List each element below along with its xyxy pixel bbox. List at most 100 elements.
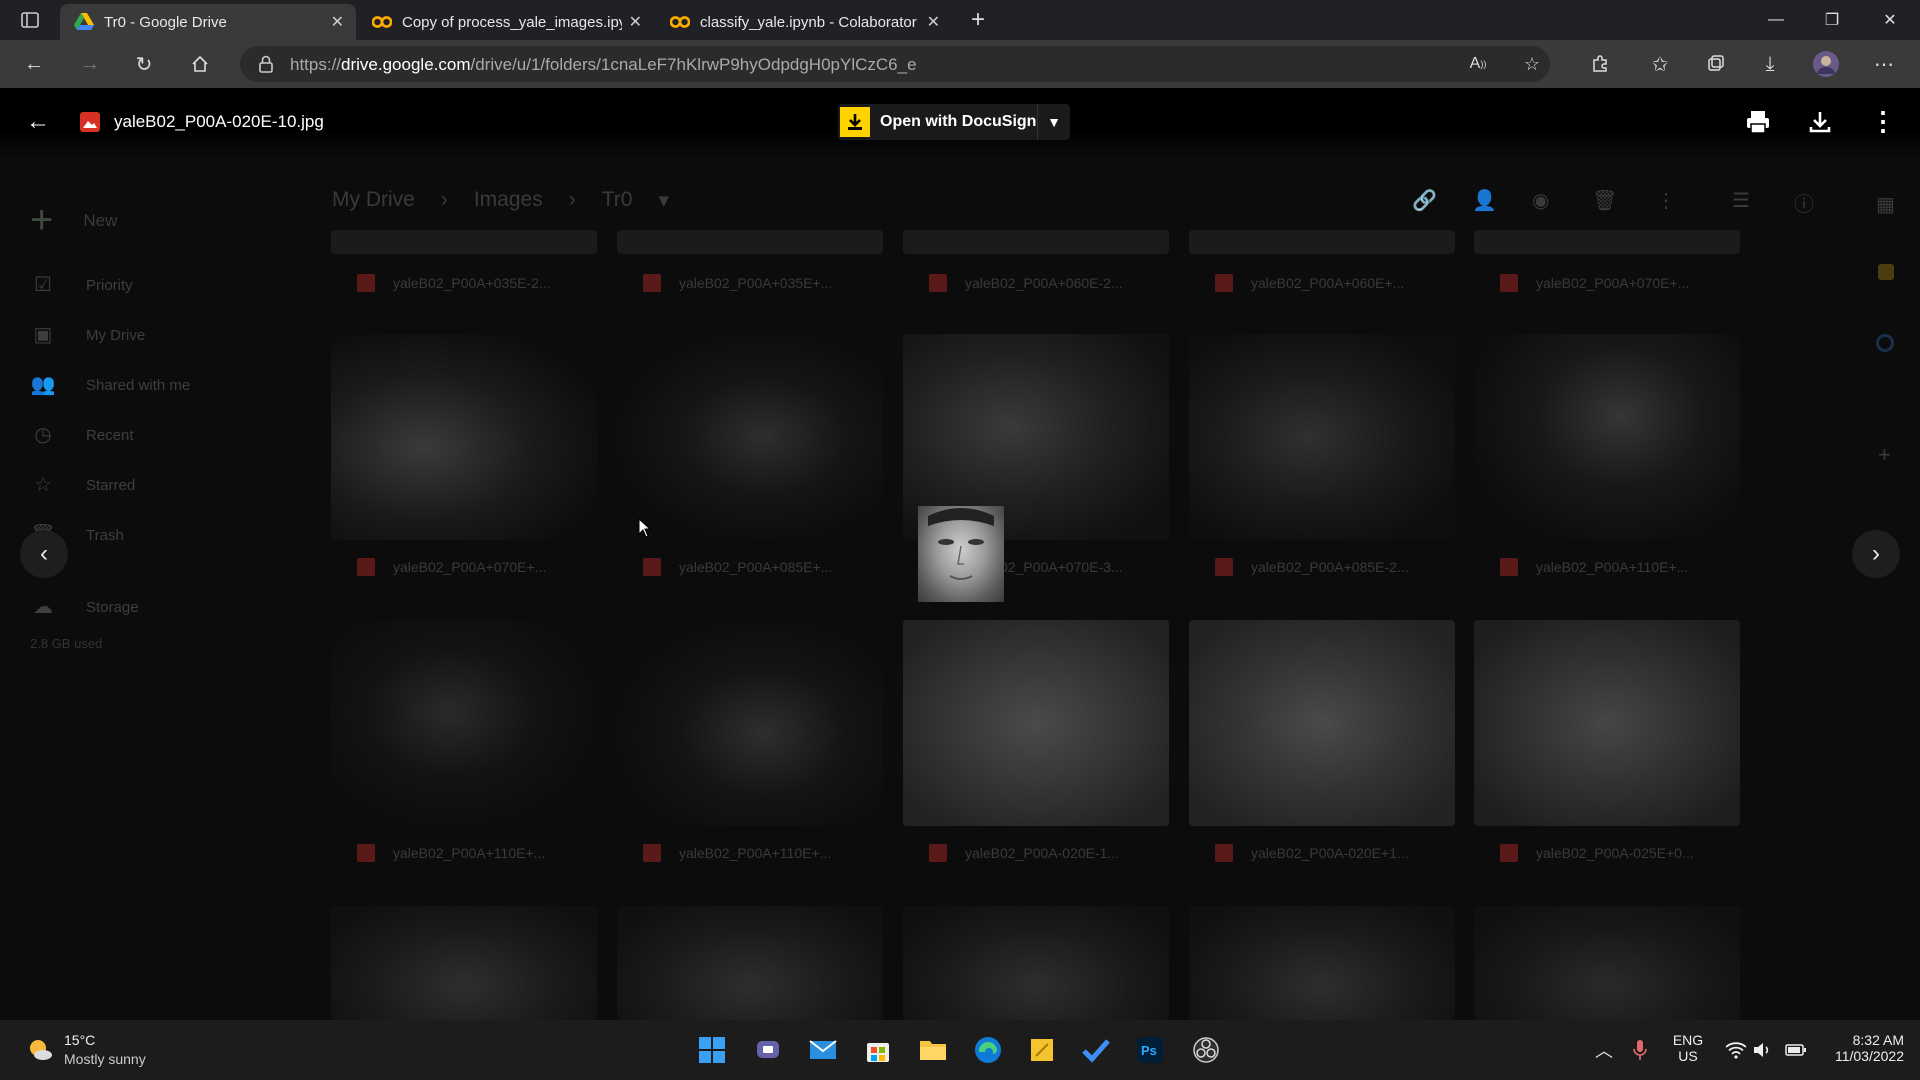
tab-classify-yale[interactable]: classify_yale.ipynb - Colaborator ✕ — [656, 4, 952, 40]
favorites-icon[interactable]: ✩ — [1644, 48, 1676, 80]
file-caption[interactable]: yaleB02_P00A+070E+... — [357, 558, 546, 576]
file-thumbnail[interactable] — [1189, 334, 1455, 540]
more-vert-icon[interactable]: ⋮ — [1656, 188, 1676, 213]
file-caption[interactable]: yaleB02_P00A+060E+... — [1215, 274, 1404, 292]
tab-process-yale-images[interactable]: Copy of process_yale_images.ipy ✕ — [358, 4, 654, 40]
todo-check-icon[interactable] — [1078, 1032, 1114, 1068]
file-caption[interactable]: yaleB02_P00A-020E-1... — [929, 844, 1119, 862]
volume-icon[interactable] — [1744, 1032, 1780, 1068]
file-thumbnail[interactable] — [617, 620, 883, 826]
extensions-icon[interactable] — [1584, 48, 1616, 80]
file-thumbnail[interactable] — [1474, 230, 1740, 254]
file-thumbnail[interactable] — [617, 906, 883, 1020]
file-thumbnail[interactable] — [331, 334, 597, 540]
forward-icon[interactable]: → — [74, 48, 106, 80]
restore-icon[interactable]: ❐ — [1804, 0, 1860, 40]
file-thumbnail[interactable] — [1474, 334, 1740, 540]
file-caption[interactable]: yaleB02_P00A+070E+... — [1500, 274, 1689, 292]
profile-avatar[interactable] — [1810, 48, 1842, 80]
downloads-icon[interactable]: ⤓ — [1754, 48, 1786, 80]
file-caption[interactable]: yaleB02_P00A+110E+... — [1500, 558, 1688, 576]
close-preview-back-icon[interactable]: ← — [26, 108, 50, 136]
delete-icon[interactable]: 🗑 — [1592, 188, 1617, 213]
microsoft-store-icon[interactable] — [860, 1032, 896, 1068]
file-thumbnail[interactable] — [331, 620, 597, 826]
add-addon-icon[interactable]: + — [1878, 442, 1891, 468]
battery-icon[interactable] — [1778, 1032, 1814, 1068]
sidebar-item-my-drive[interactable]: ▣ My Drive — [30, 322, 146, 348]
breadcrumb-my-drive[interactable]: My Drive — [332, 188, 415, 213]
file-thumbnail[interactable] — [617, 334, 883, 540]
close-tab-icon[interactable]: ✕ — [331, 12, 344, 32]
clock[interactable]: 8:32 AM 11/03/2022 — [1812, 1032, 1904, 1064]
address-bar[interactable]: https://drive.google.com/drive/u/1/folde… — [240, 46, 1550, 82]
file-thumbnail[interactable] — [1189, 230, 1455, 254]
close-tab-icon[interactable]: ✕ — [927, 12, 940, 32]
calendar-icon[interactable]: ▦ — [1876, 192, 1895, 217]
file-thumbnail[interactable] — [331, 906, 597, 1020]
file-explorer-icon[interactable] — [915, 1032, 951, 1068]
sticky-notes-icon[interactable] — [1024, 1032, 1060, 1068]
photoshop-icon[interactable]: Ps — [1132, 1032, 1168, 1068]
start-icon[interactable] — [694, 1032, 730, 1068]
file-caption[interactable]: yaleB02_P00A+060E-2... — [929, 274, 1123, 292]
file-thumbnail[interactable] — [903, 906, 1169, 1020]
lock-icon[interactable] — [250, 48, 282, 80]
file-thumbnail[interactable] — [331, 230, 597, 254]
breadcrumb-tr0[interactable]: Tr0 — [602, 188, 633, 213]
file-caption[interactable]: yaleB02_P00A+110E+... — [357, 844, 545, 862]
minimize-icon[interactable]: — — [1748, 0, 1804, 40]
file-caption[interactable]: yaleB02_P00A+110E+... — [643, 844, 831, 862]
next-file-button[interactable]: › — [1852, 530, 1900, 578]
show-hidden-icons-icon[interactable]: ︿ — [1586, 1032, 1622, 1068]
new-tab-icon[interactable]: + — [962, 4, 994, 36]
file-thumbnail[interactable] — [903, 620, 1169, 826]
refresh-icon[interactable]: ↻ — [128, 48, 160, 80]
settings-more-icon[interactable]: ⋯ — [1868, 48, 1900, 80]
sidebar-item-recent[interactable]: ◷ Recent — [30, 422, 133, 448]
collections-icon[interactable] — [1700, 48, 1732, 80]
more-actions-icon[interactable]: ⋮ — [1870, 106, 1896, 137]
list-view-icon[interactable]: ☰ — [1732, 188, 1750, 213]
eye-icon[interactable]: ◉ — [1532, 188, 1549, 213]
teams-chat-icon[interactable] — [750, 1032, 786, 1068]
file-caption[interactable]: yaleB02_P00A+035E+... — [643, 274, 832, 292]
breadcrumb-images[interactable]: Images — [474, 188, 543, 213]
print-icon[interactable] — [1744, 108, 1772, 141]
keep-icon[interactable] — [1878, 264, 1894, 280]
home-icon[interactable] — [184, 48, 216, 80]
mail-icon[interactable] — [805, 1032, 841, 1068]
sidebar-item-starred[interactable]: ☆ Starred — [30, 472, 135, 498]
download-icon[interactable] — [1806, 108, 1834, 141]
tasks-icon[interactable] — [1876, 334, 1894, 352]
tab-actions-icon[interactable] — [14, 4, 46, 36]
open-with-docusign-button[interactable]: Open with DocuSign ▼ — [838, 104, 1070, 140]
sidebar-item-priority[interactable]: ☑ Priority — [30, 272, 133, 298]
read-aloud-icon[interactable]: A)) — [1462, 48, 1494, 80]
microphone-icon[interactable] — [1622, 1032, 1658, 1068]
file-caption[interactable]: yaleB02_P00A+085E-2... — [1215, 558, 1409, 576]
add-favorite-icon[interactable]: ☆ — [1516, 48, 1548, 80]
close-window-icon[interactable]: ✕ — [1862, 0, 1918, 40]
file-thumbnail[interactable] — [1474, 620, 1740, 826]
file-caption[interactable]: yaleB02_P00A-020E+1... — [1215, 844, 1409, 862]
file-thumbnail[interactable] — [1474, 906, 1740, 1020]
file-thumbnail[interactable] — [1189, 620, 1455, 826]
sidebar-item-storage[interactable]: ☁ Storage — [30, 594, 139, 620]
back-icon[interactable]: ← — [18, 48, 50, 80]
file-thumbnail[interactable] — [1189, 906, 1455, 1020]
tab-google-drive[interactable]: Tr0 - Google Drive ✕ — [60, 4, 356, 40]
file-thumbnail[interactable] — [903, 230, 1169, 254]
previous-file-button[interactable]: ‹ — [20, 530, 68, 578]
file-caption[interactable]: yaleB02_P00A+085E+... — [643, 558, 832, 576]
info-icon[interactable]: ⓘ — [1794, 188, 1814, 217]
file-caption[interactable]: yaleB02_P00A+035E-2... — [357, 274, 551, 292]
file-thumbnail[interactable] — [617, 230, 883, 254]
open-with-dropdown-icon[interactable]: ▼ — [1037, 104, 1070, 140]
weather-sun-icon[interactable] — [26, 1036, 54, 1069]
sidebar-item-shared[interactable]: 👥 Shared with me — [30, 372, 191, 398]
link-icon[interactable]: 🔗 — [1412, 188, 1437, 213]
obs-icon[interactable] — [1188, 1032, 1224, 1068]
edge-browser-icon[interactable] — [970, 1032, 1006, 1068]
add-person-icon[interactable]: 👤 — [1472, 188, 1497, 213]
